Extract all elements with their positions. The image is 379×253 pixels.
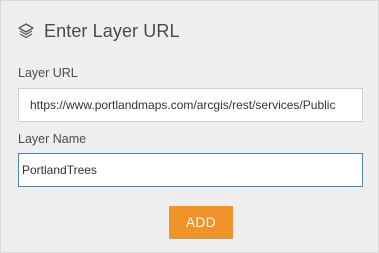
layer-url-label: Layer URL <box>18 66 78 80</box>
add-button[interactable]: ADD <box>169 206 233 239</box>
panel-header: Enter Layer URL <box>17 19 180 43</box>
add-layer-panel: Enter Layer URL Layer URL Layer Name ADD <box>0 0 379 253</box>
layer-url-input[interactable] <box>18 88 363 122</box>
layers-icon <box>17 22 35 40</box>
page-title: Enter Layer URL <box>44 20 180 41</box>
layer-name-label: Layer Name <box>18 132 87 146</box>
layer-name-input[interactable] <box>18 153 363 187</box>
